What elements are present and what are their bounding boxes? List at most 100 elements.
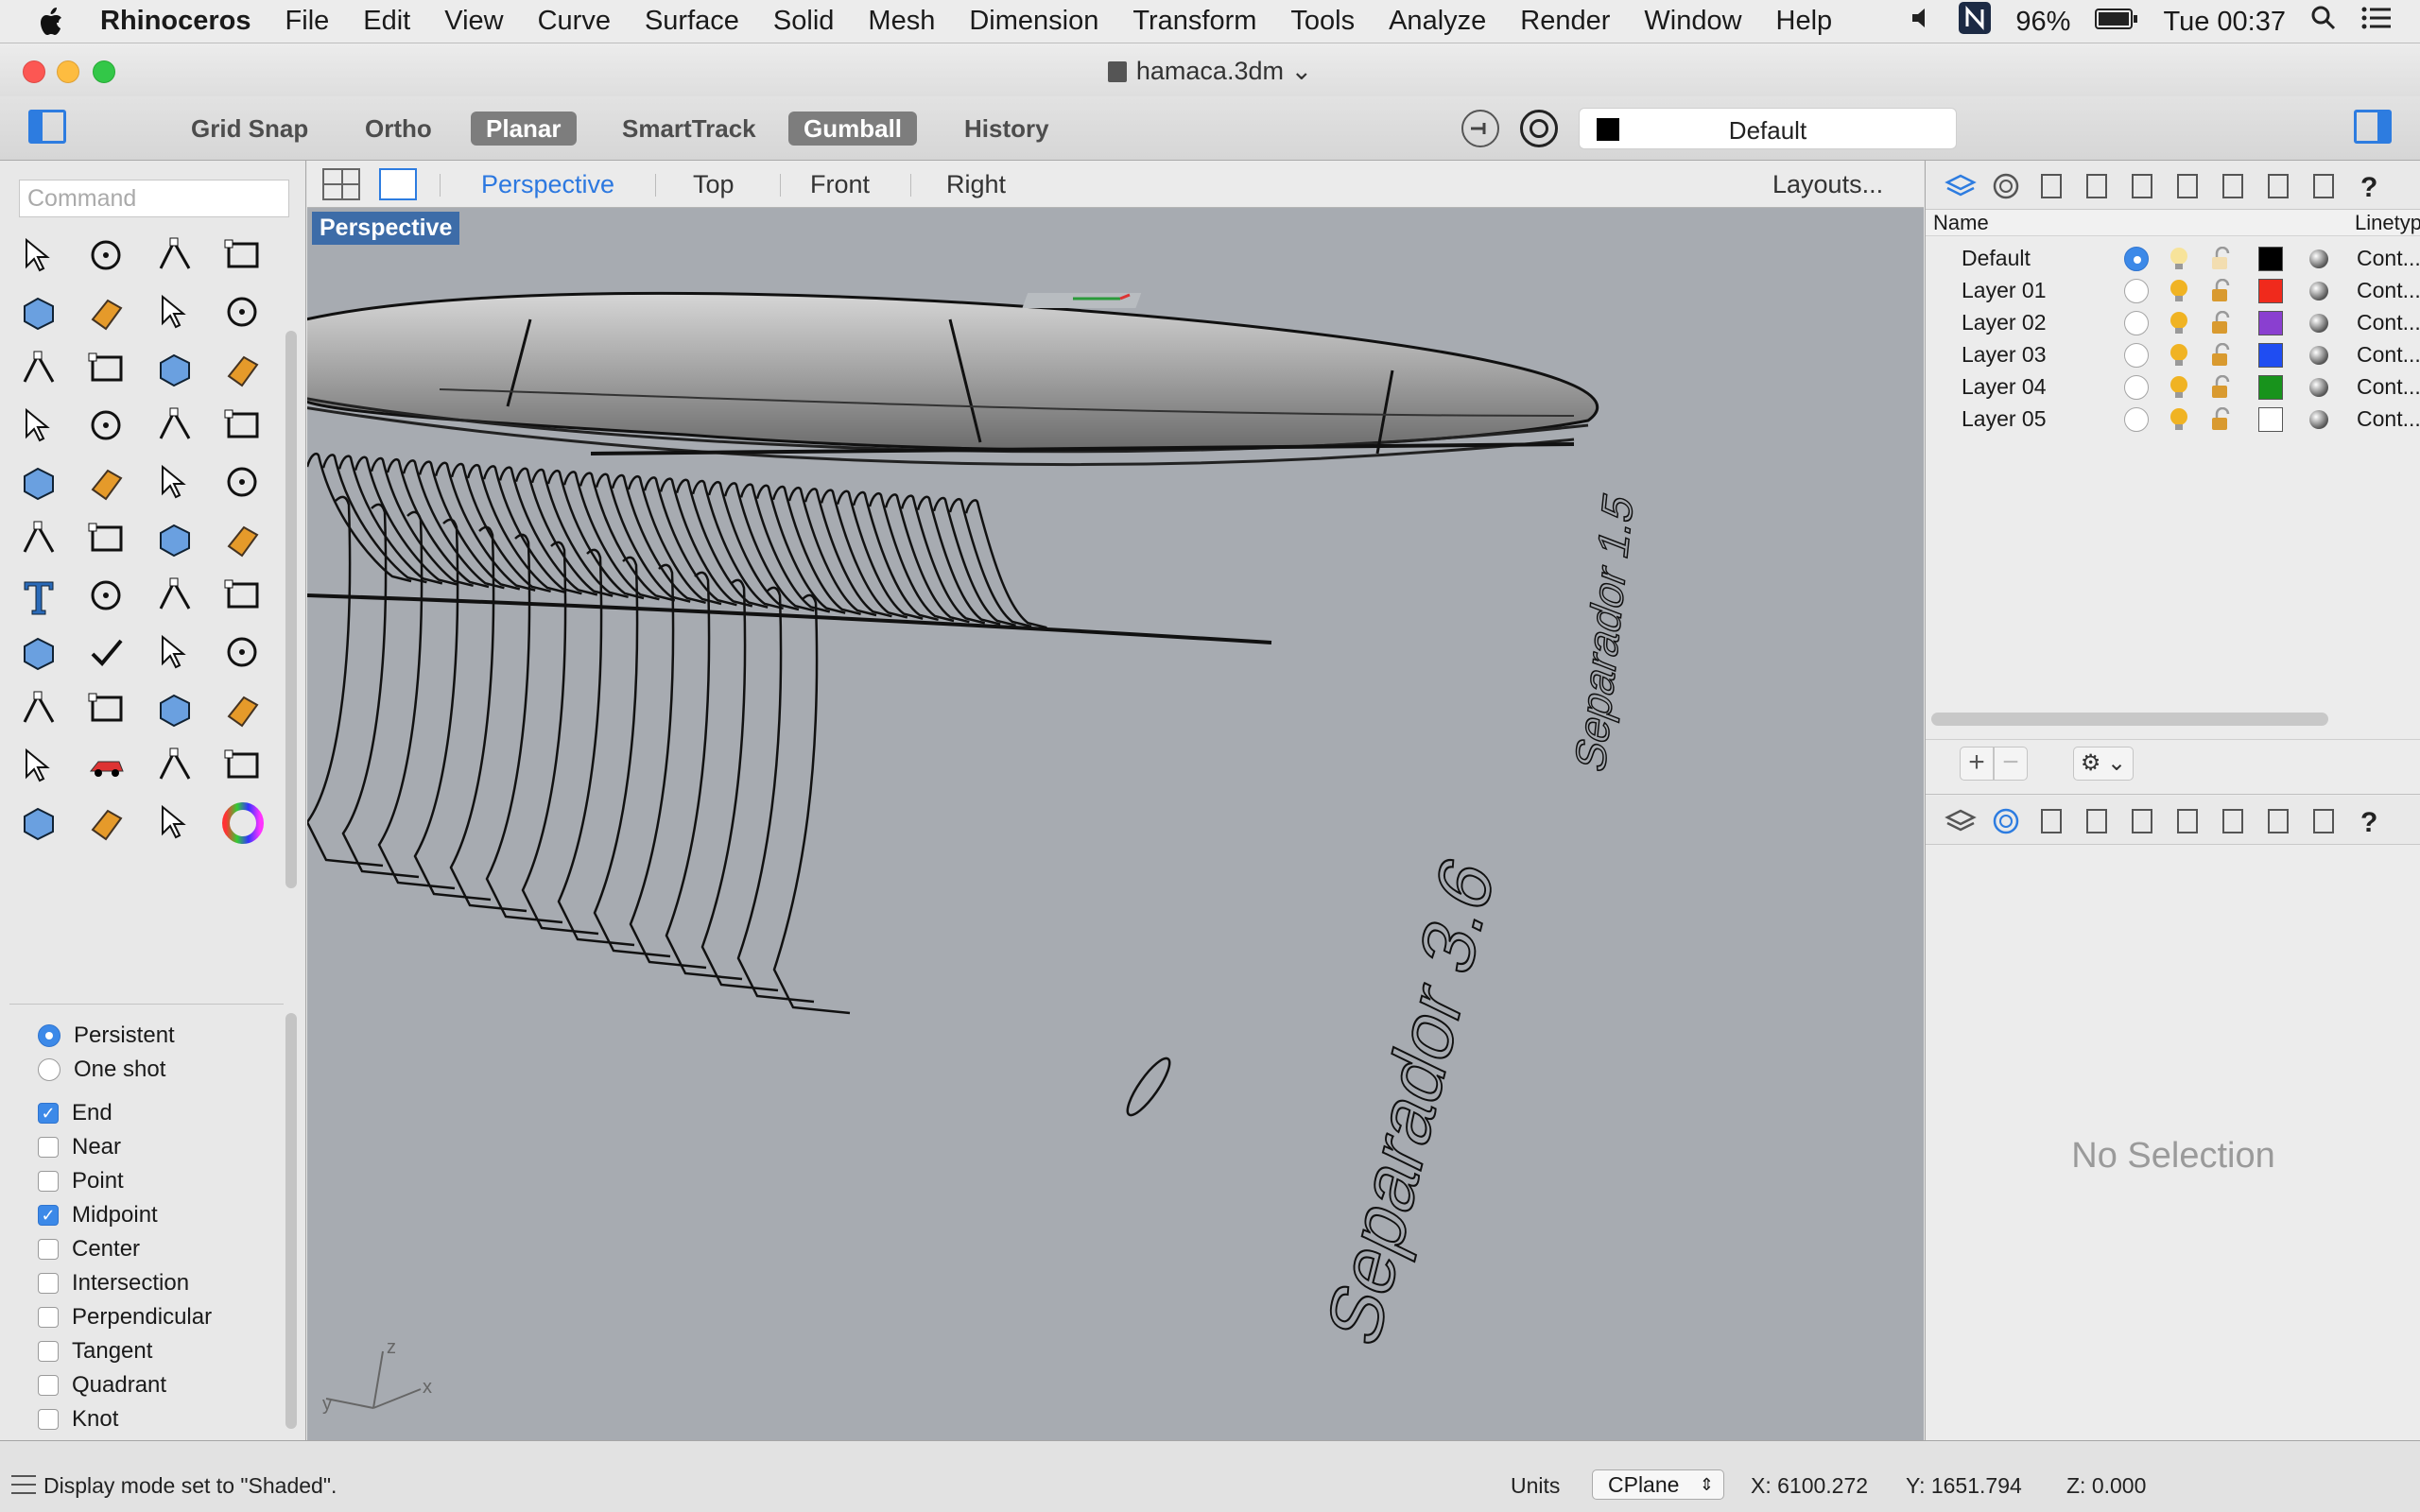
- curve-offset-icon[interactable]: [153, 518, 197, 561]
- tab-front[interactable]: Front: [810, 170, 870, 199]
- menu-view[interactable]: View: [444, 6, 503, 37]
- layer-row[interactable]: Layer 01 Cont...: [1926, 274, 2420, 306]
- frame-tab-icon[interactable]: [2262, 805, 2294, 837]
- display-tab-icon[interactable]: [2308, 805, 2340, 837]
- checkbox[interactable]: [38, 1239, 59, 1260]
- grid-plane-tab-icon[interactable]: [2171, 805, 2204, 837]
- rib-curve[interactable]: [413, 518, 492, 902]
- model-canvas[interactable]: Separador 1.5 Separador 3.6 z x y: [307, 208, 1924, 1440]
- material-icon[interactable]: [153, 801, 197, 845]
- padlock-icon[interactable]: [2209, 310, 2232, 335]
- rib-curve[interactable]: [948, 497, 1032, 628]
- layouts-button[interactable]: Layouts...: [1772, 170, 1883, 199]
- osnap-mode-persistent[interactable]: Persistent: [38, 1019, 175, 1053]
- material-sphere-icon[interactable]: [2309, 282, 2328, 301]
- padlock-icon[interactable]: [2209, 278, 2232, 303]
- plane-surface-icon[interactable]: [221, 404, 265, 448]
- separator-label-large[interactable]: Separador 3.6: [1310, 843, 1511, 1360]
- lightbulb-icon[interactable]: [2168, 246, 2190, 272]
- document-tab-icon[interactable]: [2035, 805, 2067, 837]
- layer-linetype[interactable]: Cont...: [2357, 374, 2420, 400]
- menu-solid[interactable]: Solid: [773, 6, 835, 37]
- lightbulb-icon[interactable]: [2168, 310, 2190, 336]
- add-layer-button[interactable]: +: [1960, 747, 1994, 781]
- material-tab-icon[interactable]: [1990, 805, 2022, 837]
- layer-row[interactable]: Layer 03 Cont...: [1926, 338, 2420, 370]
- lightbulb-icon[interactable]: [2168, 278, 2190, 304]
- rib-curve[interactable]: [736, 586, 815, 1004]
- trim-icon[interactable]: [153, 461, 197, 505]
- rectangle-icon[interactable]: [221, 291, 265, 335]
- array-icon[interactable]: [153, 575, 197, 618]
- cplane-dropdown[interactable]: CPlane ⇕: [1592, 1469, 1724, 1500]
- command-input[interactable]: Command: [19, 180, 289, 217]
- document-tab-icon[interactable]: [2035, 170, 2067, 202]
- object-box-tab-icon[interactable]: [2081, 170, 2113, 202]
- layer-row[interactable]: Default Cont...: [1926, 242, 2420, 274]
- rib-curve[interactable]: [341, 503, 420, 879]
- radio-button[interactable]: [38, 1024, 60, 1047]
- osnap-intersection[interactable]: Intersection: [38, 1266, 189, 1300]
- history-toggle[interactable]: History: [949, 112, 1064, 146]
- polygon-curve-icon[interactable]: [153, 291, 197, 335]
- layer-name[interactable]: Layer 03: [1962, 342, 2047, 368]
- rib-curve[interactable]: [964, 499, 1047, 629]
- rib-curve[interactable]: [916, 495, 1001, 626]
- current-layer-radio[interactable]: [2124, 247, 2149, 271]
- clock[interactable]: Tue 00:37: [2163, 7, 2286, 38]
- cplane-icon[interactable]: [221, 745, 265, 788]
- rib-curve[interactable]: [700, 578, 779, 992]
- rib-profiles-lower[interactable]: [307, 495, 1176, 1120]
- split-icon[interactable]: [221, 461, 265, 505]
- checkbox[interactable]: ✓: [38, 1205, 59, 1226]
- rib-curve[interactable]: [868, 491, 955, 623]
- material-tab-icon[interactable]: [1990, 170, 2022, 202]
- menu-edit[interactable]: Edit: [363, 6, 410, 37]
- menu-surface[interactable]: Surface: [645, 6, 739, 37]
- layer-color-swatch[interactable]: [2258, 311, 2283, 335]
- help-tab-icon[interactable]: ?: [2353, 170, 2385, 203]
- material-sphere-icon[interactable]: [2309, 314, 2328, 333]
- osnap-tangent[interactable]: Tangent: [38, 1334, 152, 1368]
- checkbox[interactable]: [38, 1341, 59, 1362]
- sidebar-toggle-right-icon[interactable]: [2354, 110, 2392, 144]
- checkbox[interactable]: [38, 1307, 59, 1328]
- menu-app-name[interactable]: Rhinoceros: [100, 6, 251, 37]
- app-status-icon[interactable]: [1959, 2, 1992, 42]
- separator-label-small[interactable]: Separador 1.5: [1565, 486, 1642, 779]
- box-solid-icon[interactable]: [17, 404, 60, 448]
- menu-file[interactable]: File: [285, 6, 330, 37]
- polygon-icon[interactable]: [17, 348, 60, 391]
- layers-col-name[interactable]: Name: [1933, 211, 1989, 235]
- rib-curve[interactable]: [900, 494, 986, 625]
- script-tab-icon[interactable]: [2217, 805, 2249, 837]
- padlock-icon[interactable]: [2209, 342, 2232, 368]
- apple-icon[interactable]: [36, 5, 68, 39]
- lightbulb-icon[interactable]: [2168, 374, 2190, 401]
- rib-curve[interactable]: [593, 556, 671, 958]
- osnap-point[interactable]: Point: [38, 1164, 124, 1198]
- scale-icon[interactable]: [85, 575, 129, 618]
- tab-top[interactable]: Top: [693, 170, 735, 199]
- rotate-view-icon[interactable]: [17, 745, 60, 788]
- grid-snap-toggle[interactable]: Grid Snap: [176, 112, 323, 146]
- arc-icon[interactable]: [85, 348, 129, 391]
- rib-curve[interactable]: [804, 488, 892, 618]
- point-icon[interactable]: [85, 234, 129, 278]
- menu-render[interactable]: Render: [1520, 6, 1610, 37]
- rib-curve[interactable]: [820, 489, 908, 619]
- checkbox[interactable]: [38, 1137, 59, 1158]
- script-tab-icon[interactable]: [2217, 170, 2249, 202]
- frame-tab-icon[interactable]: [2262, 170, 2294, 202]
- menu-help[interactable]: Help: [1776, 6, 1833, 37]
- layer-color-swatch[interactable]: [2258, 375, 2283, 400]
- layer-linetype[interactable]: Cont...: [2357, 406, 2420, 432]
- single-view-layout-icon[interactable]: [379, 168, 417, 200]
- gumball-toggle[interactable]: Gumball: [788, 112, 918, 146]
- zoom-window-icon[interactable]: [85, 688, 129, 731]
- rib-profiles-upper[interactable]: [307, 452, 1272, 644]
- current-layer-radio[interactable]: [2124, 311, 2149, 335]
- rib-base-line[interactable]: [307, 593, 1272, 644]
- layer-color-swatch[interactable]: [2258, 407, 2283, 432]
- material-sphere-icon[interactable]: [2309, 410, 2328, 429]
